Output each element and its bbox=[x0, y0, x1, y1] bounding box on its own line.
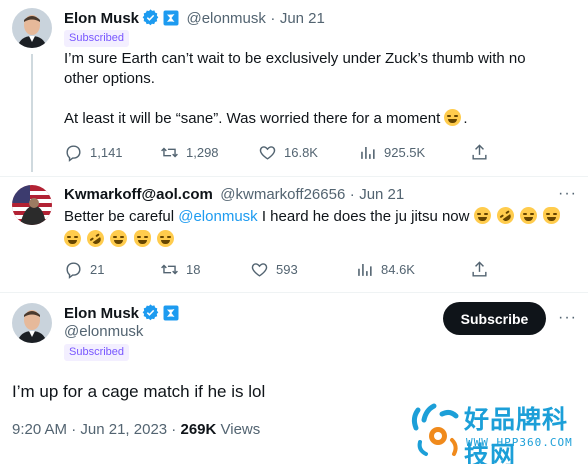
tweet-text: Better be careful @elonmusk I heard he d… bbox=[64, 203, 574, 251]
reply-icon bbox=[66, 262, 81, 279]
watermark-logo: 好品牌科技网 WWW.HPP360.COM bbox=[408, 398, 586, 464]
verified-badge-icon bbox=[142, 9, 159, 31]
cat-joy-emoji-icon bbox=[543, 207, 561, 224]
author-name[interactable]: Elon Musk bbox=[64, 10, 139, 27]
rofl-emoji-icon bbox=[83, 226, 108, 251]
author-name[interactable]: Elon Musk bbox=[64, 305, 139, 322]
more-options-button[interactable]: ··· bbox=[558, 185, 577, 203]
share-button[interactable] bbox=[470, 260, 489, 279]
like-count: 593 bbox=[276, 262, 298, 277]
author-name[interactable]: Kwmarkoff@aol.com bbox=[64, 186, 213, 203]
thread-connector bbox=[31, 54, 33, 172]
heart-icon bbox=[251, 263, 268, 277]
subscribed-badge: Subscribed bbox=[64, 344, 130, 361]
joy-emoji-icon bbox=[520, 207, 537, 224]
views-label: Views bbox=[216, 421, 261, 438]
sweat-smile-emoji-icon bbox=[444, 109, 462, 126]
rofl-emoji-icon bbox=[493, 203, 518, 228]
retweet-icon bbox=[161, 264, 178, 275]
retweet-button[interactable]: 18 bbox=[160, 260, 200, 279]
views-button[interactable]: 84.6K bbox=[355, 260, 415, 279]
avatar-kwmarkoff[interactable] bbox=[12, 185, 52, 225]
tweet-date[interactable]: Jun 21 bbox=[280, 10, 325, 27]
views-count: 925.5K bbox=[384, 145, 426, 160]
grin-squint-emoji-icon bbox=[473, 207, 491, 224]
cat-joy-emoji-icon bbox=[133, 230, 151, 247]
tweet-text: I’m sure Earth can’t wait to be exclusiv… bbox=[64, 49, 564, 129]
tweet-full-date[interactable]: Jun 21, 2023 bbox=[80, 421, 167, 438]
main-tweet-text: I’m up for a cage match if he is lol bbox=[12, 382, 266, 401]
views-chart-icon bbox=[358, 263, 372, 276]
author-handle[interactable]: @kwmarkoff26656 bbox=[220, 186, 345, 203]
reply-count: 21 bbox=[90, 262, 105, 277]
avatar-elon-2[interactable] bbox=[12, 303, 52, 343]
tweet-time[interactable]: 9:20 AM bbox=[12, 421, 67, 438]
author-handle[interactable]: @elonmusk bbox=[64, 323, 143, 340]
avatar-elon-1[interactable] bbox=[12, 8, 52, 48]
like-button[interactable]: 16.8K bbox=[258, 143, 318, 162]
tweet-date[interactable]: Jun 21 bbox=[359, 186, 404, 203]
affiliate-badge-icon bbox=[163, 305, 179, 326]
like-button[interactable]: 593 bbox=[250, 260, 298, 279]
author-handle[interactable]: @elonmusk bbox=[186, 10, 265, 27]
divider bbox=[0, 176, 588, 177]
like-count: 16.8K bbox=[284, 145, 318, 160]
watermark-url: WWW.HPP360.COM bbox=[466, 436, 573, 449]
grin-squint-emoji-icon bbox=[64, 230, 81, 247]
share-icon bbox=[472, 144, 487, 160]
views-count: 84.6K bbox=[381, 262, 415, 277]
tweet-text-line: other options. bbox=[64, 70, 155, 87]
retweet-count: 1,298 bbox=[186, 145, 219, 160]
views-chart-icon bbox=[361, 146, 375, 159]
reply-button[interactable]: 1,141 bbox=[64, 143, 123, 162]
verified-badge-icon bbox=[142, 304, 159, 326]
reply-count: 1,141 bbox=[90, 145, 123, 160]
mention-link[interactable]: @elonmusk bbox=[178, 208, 257, 225]
share-button[interactable] bbox=[470, 143, 489, 162]
more-options-button[interactable]: ··· bbox=[558, 309, 577, 327]
retweet-count: 18 bbox=[186, 262, 201, 277]
reply-button[interactable]: 21 bbox=[64, 260, 104, 279]
tweet-text-line: At least it will be “sane”. Was worried … bbox=[64, 110, 441, 127]
views-total: 269K bbox=[180, 421, 217, 438]
grin-squint-emoji-icon bbox=[156, 230, 174, 247]
separator-dot: · bbox=[349, 186, 355, 203]
affiliate-badge-icon bbox=[163, 10, 179, 31]
share-icon bbox=[472, 261, 487, 277]
separator-dot: · bbox=[270, 10, 276, 27]
views-button[interactable]: 925.5K bbox=[358, 143, 425, 162]
watermark-text: 好品牌科技网 bbox=[464, 405, 569, 464]
joy-emoji-icon bbox=[110, 230, 128, 247]
retweet-icon bbox=[161, 147, 178, 158]
reply-icon bbox=[66, 145, 81, 162]
retweet-button[interactable]: 1,298 bbox=[160, 143, 219, 162]
tweet-text-line: I’m sure Earth can’t wait to be exclusiv… bbox=[64, 50, 526, 67]
subscribed-badge: Subscribed bbox=[64, 30, 130, 47]
subscribe-button[interactable]: Subscribe bbox=[443, 302, 546, 335]
heart-icon bbox=[259, 146, 276, 160]
tweet-meta: 9:20 AM · Jun 21, 2023 · 269K Views bbox=[12, 421, 261, 438]
watermark-logo-icon bbox=[411, 403, 459, 456]
divider bbox=[0, 292, 588, 293]
